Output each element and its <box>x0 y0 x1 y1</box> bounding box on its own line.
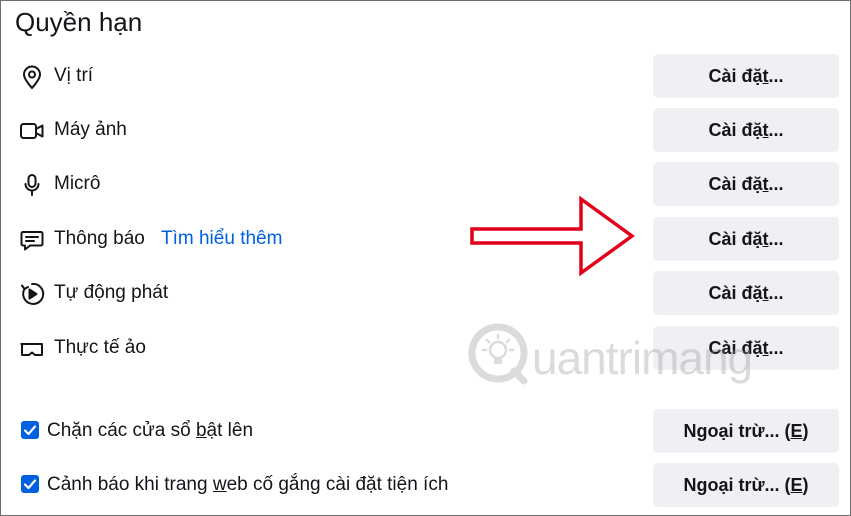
button-accesskey: E <box>790 420 803 441</box>
vr-headset-icon <box>19 336 45 362</box>
button-text: Cài đặ <box>708 228 763 249</box>
camera-icon <box>19 118 45 144</box>
addon-warning-label[interactable]: Cảnh báo khi trang web cố gắng cài đặt t… <box>47 473 448 497</box>
learn-more-link[interactable]: Tìm hiểu thêm <box>161 227 282 251</box>
permission-label-location: Vị trí <box>54 65 94 86</box>
location-pin-icon <box>19 64 45 90</box>
quantrimang-watermark: uantrimang <box>466 319 776 391</box>
permission-row-camera: Máy ảnh Cài đặt... <box>1 108 851 152</box>
button-text: ... <box>768 119 784 140</box>
microphone-icon <box>19 172 45 198</box>
permission-label-virtual-reality: Thực tế ảo <box>54 337 146 358</box>
addon-warning-checkbox[interactable] <box>21 475 39 493</box>
checkmark-icon <box>23 479 37 490</box>
section-title-permissions: Quyền hạn <box>15 7 143 37</box>
label-text: eb cố gắng cài đặt tiện ích <box>226 474 449 495</box>
autoplay-settings-button[interactable]: Cài đặt... <box>653 271 839 315</box>
settings-panel: Quyền hạn Vị trí Cài đặt... Máy ảnh Cài … <box>0 0 851 516</box>
block-popups-label[interactable]: Chặn các cửa sổ bật lên <box>47 419 253 443</box>
label-accesskey: w <box>212 474 227 495</box>
checkmark-icon <box>23 425 37 436</box>
microphone-settings-button[interactable]: Cài đặt... <box>653 162 839 206</box>
label-accesskey: b <box>195 420 207 441</box>
button-text: Cài đặ <box>708 282 763 303</box>
permission-row-autoplay: Tự động phát Cài đặt... <box>1 271 851 315</box>
camera-settings-button[interactable]: Cài đặt... <box>653 108 839 152</box>
notifications-settings-button[interactable]: Cài đặt... <box>653 217 839 261</box>
permission-label-camera: Máy ảnh <box>54 119 127 140</box>
addon-warning-exceptions-button[interactable]: Ngoại trừ... (E) <box>653 463 839 507</box>
permission-row-microphone: Micrô Cài đặt... <box>1 162 851 206</box>
label-text: Cảnh báo khi trang <box>47 474 213 495</box>
location-settings-button[interactable]: Cài đặt... <box>653 54 839 98</box>
button-text: ) <box>802 474 809 495</box>
permission-label-autoplay: Tự động phát <box>54 282 169 303</box>
button-text: Cài đặ <box>708 65 763 86</box>
permission-row-location: Vị trí Cài đặt... <box>1 54 851 98</box>
block-popups-checkbox[interactable] <box>21 421 39 439</box>
button-text: ... <box>768 228 784 249</box>
permission-label-microphone: Micrô <box>54 173 101 194</box>
lightbulb-logo-icon <box>468 323 528 385</box>
button-accesskey: E <box>790 474 803 495</box>
label-text: ật lên <box>206 420 254 441</box>
red-arrow-annotation-icon <box>470 195 635 277</box>
permission-row-notifications: Thông báo Tìm hiểu thêm Cài đặt... <box>1 217 851 261</box>
notification-icon <box>19 227 45 253</box>
button-text: ... <box>768 282 784 303</box>
label-text: Chặn các cửa sổ <box>47 420 196 441</box>
button-text: ... <box>768 173 784 194</box>
button-text: ) <box>802 420 809 441</box>
button-text: Ngoại trừ... ( <box>683 474 791 495</box>
block-popups-row: Chặn các cửa sổ bật lên Ngoại trừ... (E) <box>1 409 851 453</box>
block-popups-exceptions-button[interactable]: Ngoại trừ... (E) <box>653 409 839 453</box>
button-text: Ngoại trừ... ( <box>683 420 791 441</box>
button-text: Cài đặ <box>708 119 763 140</box>
button-text: ... <box>768 65 784 86</box>
button-text: Cài đặ <box>708 173 763 194</box>
autoplay-icon <box>19 281 45 307</box>
addon-warning-row: Cảnh báo khi trang web cố gắng cài đặt t… <box>1 463 851 507</box>
permission-label-notifications: Thông báo <box>54 228 145 249</box>
watermark-text: uantrimang <box>532 332 753 384</box>
